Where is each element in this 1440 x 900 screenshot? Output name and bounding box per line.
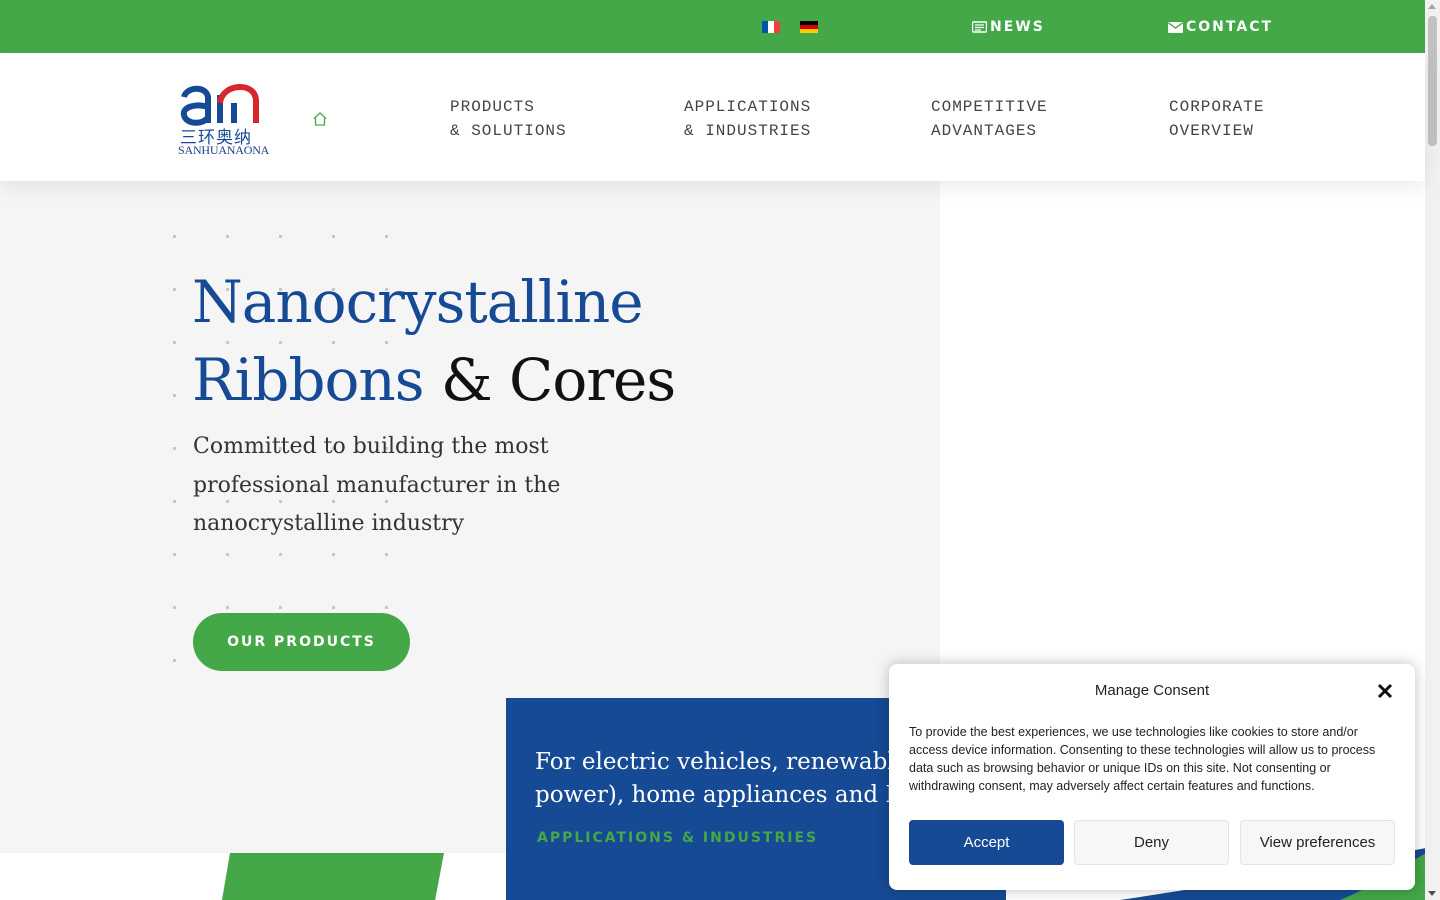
consent-body: To provide the best experiences, we use … (909, 725, 1376, 793)
decorative-green-shape (222, 853, 444, 900)
deny-button[interactable]: Deny (1074, 820, 1229, 865)
hero-subtitle: Committed to building the most professio… (193, 434, 561, 536)
decorative-dot (173, 288, 176, 291)
decorative-dot (332, 235, 335, 238)
envelope-icon (1168, 21, 1183, 33)
decorative-dot (173, 659, 176, 662)
decorative-dot (385, 606, 388, 609)
decorative-dot (332, 553, 335, 556)
close-icon[interactable] (1375, 681, 1395, 701)
decorative-dot (332, 606, 335, 609)
nav-line: OVERVIEW (1169, 122, 1254, 140)
hero-title-line2-dark: & Cores (423, 346, 676, 414)
decorative-dot (279, 235, 282, 238)
decorative-dot (226, 606, 229, 609)
page-scrollbar[interactable] (1425, 0, 1440, 900)
nav-line: & INDUSTRIES (684, 122, 812, 140)
decorative-dot (173, 553, 176, 556)
news-link[interactable]: NEWS (972, 19, 1045, 35)
hero-title-line1: Nanocrystalline (192, 268, 644, 336)
decorative-dot (279, 553, 282, 556)
nav-competitive-advantages[interactable]: COMPETITIVE ADVANTAGES (931, 95, 1048, 143)
nav-applications-industries[interactable]: APPLICATIONS & INDUSTRIES (684, 95, 811, 143)
decorative-dot (279, 606, 282, 609)
home-icon[interactable] (312, 111, 328, 127)
logo-mark-icon (180, 84, 259, 126)
german-flag-icon[interactable] (800, 21, 818, 33)
main-header: 三环奥纳 SANHUANAONA PRODUCTS & SOLUTIONS AP… (0, 53, 1425, 181)
view-preferences-button[interactable]: View preferences (1240, 820, 1395, 865)
top-bar: NEWS CONTACT (0, 0, 1425, 53)
hero-title-line2-blue: Ribbons (192, 346, 425, 414)
decorative-dot (173, 447, 176, 450)
nav-corporate-overview[interactable]: CORPORATE OVERVIEW (1169, 95, 1264, 143)
scroll-thumb[interactable] (1428, 16, 1437, 146)
decorative-dot (385, 235, 388, 238)
nav-line: & SOLUTIONS (450, 122, 567, 140)
nav-line: ADVANTAGES (931, 122, 1038, 140)
decorative-dot (385, 553, 388, 556)
scroll-down-arrow-icon[interactable] (1428, 891, 1436, 896)
decorative-dot (173, 341, 176, 344)
hero-title: Nanocrystalline Ribbons & Cores (192, 263, 676, 419)
contact-link[interactable]: CONTACT (1168, 19, 1273, 35)
french-flag-icon[interactable] (762, 21, 780, 33)
decorative-dot (173, 500, 176, 503)
nav-line: CORPORATE (1169, 98, 1265, 116)
logo-text: SANHUANAONA (178, 143, 270, 157)
scroll-up-arrow-icon[interactable] (1428, 4, 1436, 9)
decorative-dot (173, 235, 176, 238)
our-products-button[interactable]: OUR PRODUCTS (193, 613, 410, 671)
news-label: NEWS (990, 19, 1045, 35)
nav-line: APPLICATIONS (684, 98, 812, 116)
consent-title: Manage Consent (1094, 682, 1210, 699)
consent-dialog: Manage Consent To provide the best exper… (889, 664, 1415, 890)
applications-industries-link[interactable]: APPLICATIONS & INDUSTRIES (537, 830, 818, 846)
decorative-dot (226, 553, 229, 556)
nav-line: COMPETITIVE (931, 98, 1048, 116)
contact-label: CONTACT (1186, 19, 1274, 35)
nav-line: PRODUCTS (450, 98, 535, 116)
decorative-dot (173, 606, 176, 609)
newspaper-icon (972, 21, 987, 33)
decorative-dot (226, 235, 229, 238)
site-logo[interactable]: 三环奥纳 SANHUANAONA (178, 79, 270, 159)
accept-button[interactable]: Accept (909, 820, 1064, 865)
decorative-dot (173, 394, 176, 397)
nav-products-solutions[interactable]: PRODUCTS & SOLUTIONS (450, 95, 567, 143)
